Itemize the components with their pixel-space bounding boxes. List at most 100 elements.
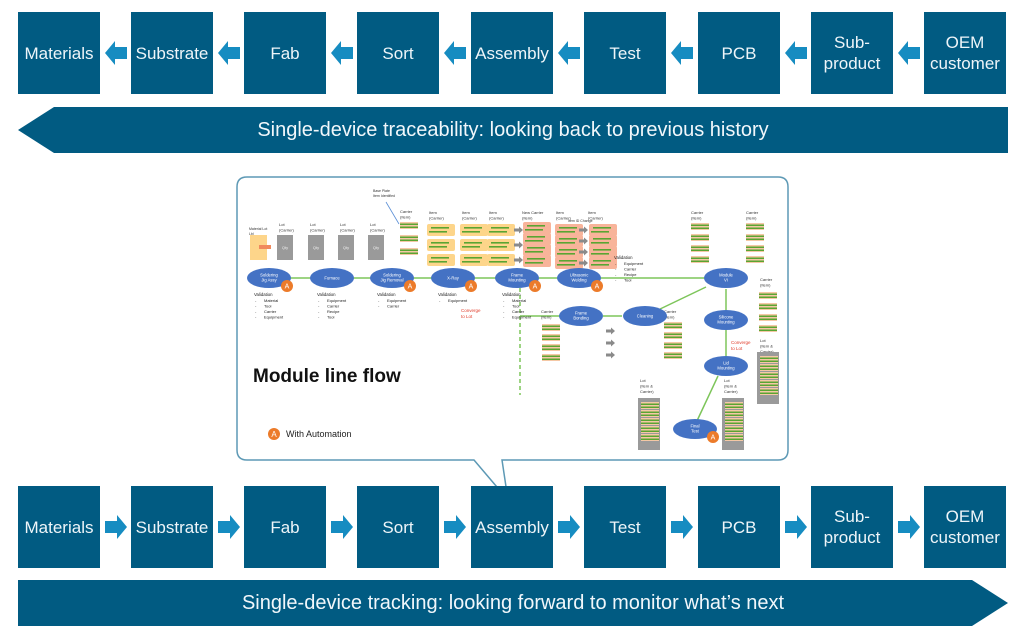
validation-bullet: - (378, 298, 380, 303)
lot-box-final-right-inner-bar (725, 411, 743, 413)
item-id-change-label: Item ID Change (568, 219, 593, 223)
carrier-stack-mvi-2-bar (746, 235, 764, 237)
lot-box-right-inner-bar (760, 357, 778, 359)
carrier-stack-mvi-3-bar (759, 318, 777, 320)
base-plate-label: Item Identified (373, 194, 395, 198)
new-carrier-tray-bar (525, 262, 543, 264)
process-soldering-jig-assy-label: Jig Assy (261, 278, 277, 283)
lot-box-right-inner-bar (760, 376, 778, 378)
carrier-stack-fb-bar (542, 325, 560, 327)
converge-to-lot-label: to Lot (731, 346, 743, 351)
item-tray-weld-in (555, 246, 583, 258)
validation-bullet: - (503, 315, 505, 320)
stage-label-line: PCB (721, 517, 757, 537)
lot-box-final-left-inner-bar (641, 419, 659, 421)
validation-bullet: - (318, 298, 320, 303)
stage-test: Test (584, 486, 666, 568)
transfer-arrow-icon (514, 256, 523, 264)
validation-item: Carrier (512, 309, 525, 314)
lot-box-final-left-inner-bar (641, 427, 659, 429)
carrier-stack-mvi-3-bar (759, 304, 777, 306)
validation-bullet: - (255, 315, 257, 320)
lot-box-final-right-inner-bar (725, 430, 743, 432)
validation-item: Carrier (327, 304, 340, 309)
base-plate-pointer (385, 201, 400, 225)
carrier-stack-mvi-1-bar (691, 224, 709, 226)
stage-label: Substrate (136, 517, 209, 538)
item-carrier-1-tray (427, 224, 455, 236)
process-frame-bonding-label: Bonding (573, 316, 589, 321)
lot-label: (Item & (760, 344, 773, 349)
validation-bullet: - (255, 309, 257, 314)
automation-badge-letter: A (533, 284, 538, 291)
tracking-banner-text: Single-device tracking: looking forward … (241, 591, 785, 614)
item-tray-weld-out-bar (593, 260, 611, 262)
lot-box-final-right-inner-bar (725, 422, 743, 424)
lot-box-final-right-inner-bar (725, 427, 743, 429)
carrier-stack-fb-bar (542, 338, 560, 340)
lot-label: Lot (724, 378, 730, 383)
carrier-stack-cleaning-bar (664, 353, 682, 355)
validation-heading: Validation (614, 255, 633, 260)
lot-carrier-label: (Carrier) (370, 228, 386, 233)
item-carrier-4-label: Item (556, 210, 564, 215)
validation-item: Equipment (624, 261, 644, 266)
qty-label: Qty (282, 245, 288, 250)
carrier-item-label: Carrier (541, 309, 554, 314)
carrier-stack-fb-bar (542, 345, 560, 347)
stage-substrate: Substrate (131, 486, 213, 568)
item-carrier-1-tray-bar (431, 227, 449, 229)
arrow-right-icon (785, 515, 807, 539)
stage-label: Materials (25, 517, 94, 538)
lot-box-right-inner-bar (760, 365, 778, 367)
carrier-stack-cleaning-bar (664, 323, 682, 325)
item-tray-weld-in-bar (557, 242, 575, 244)
lot-box-final-left-inner-bar (641, 438, 659, 440)
carrier-stack-mvi-2-bar (746, 227, 764, 229)
tracking-banner: Single-device tracking: looking forward … (18, 580, 1008, 626)
validation-item: Recipe (327, 309, 340, 314)
item-tray-weld-out-bar (593, 249, 611, 251)
carrier-stack-cleaning-bar (664, 333, 682, 335)
item-tray-weld-in (555, 224, 583, 236)
new-carrier-tray-bar (527, 225, 545, 227)
item-carrier-3-label: (Carrier) (489, 216, 505, 221)
validation-item: Carrier (387, 304, 400, 309)
validation-item: Carrier (624, 267, 637, 272)
item-carrier-3-tray-bar (491, 242, 509, 244)
lot-box-final-left-inner-bar (641, 430, 659, 432)
stage-label-line: Sub- (834, 507, 870, 526)
flow-line-to-final-test (695, 375, 719, 424)
carrier-stack-mvi-1-bar (691, 238, 709, 240)
traceability-banner-text: Single-device traceability: looking back… (257, 118, 769, 141)
stage-label: Test (609, 517, 640, 538)
validation-bullet: - (255, 298, 257, 303)
process-furnace-label: Furnace (324, 276, 340, 281)
item-carrier-3-tray-bar (489, 246, 507, 248)
carrier-stack-mvi-1-bar (691, 235, 709, 237)
automation-badge-letter: A (711, 435, 716, 442)
carrier-stack-1-bar (400, 239, 418, 241)
stage-label: Sub-product (824, 506, 881, 548)
new-carrier-tray-bar (525, 240, 543, 242)
carrier-item-label: Carrier (760, 277, 773, 282)
process-lid-mounting-label: Mounting (717, 366, 735, 371)
process-cleaning-label: Cleaning (637, 314, 654, 319)
carrier-item-label: (Item) (746, 216, 757, 221)
lot-carrier-label: (Carrier) (279, 228, 295, 233)
new-carrier-tray (523, 244, 551, 256)
arrow-right-icon (331, 515, 353, 539)
lot-box-final-left-inner-bar (641, 406, 659, 408)
validation-item: Equipment (512, 315, 532, 320)
item-carrier-2-tray (460, 239, 488, 251)
item-tray-weld-in-bar (559, 249, 577, 251)
transfer-arrow-icon (606, 351, 615, 359)
stage-label-line: Materials (24, 517, 94, 537)
stage-label-line: OEM (945, 507, 985, 526)
validation-item: Tool (512, 304, 519, 309)
stage-label: Assembly (475, 517, 549, 538)
validation-item: Tool (327, 315, 334, 320)
item-carrier-5-label: Item (588, 210, 596, 215)
validation-heading: Validation (254, 292, 273, 297)
item-carrier-2-tray-bar (464, 242, 482, 244)
